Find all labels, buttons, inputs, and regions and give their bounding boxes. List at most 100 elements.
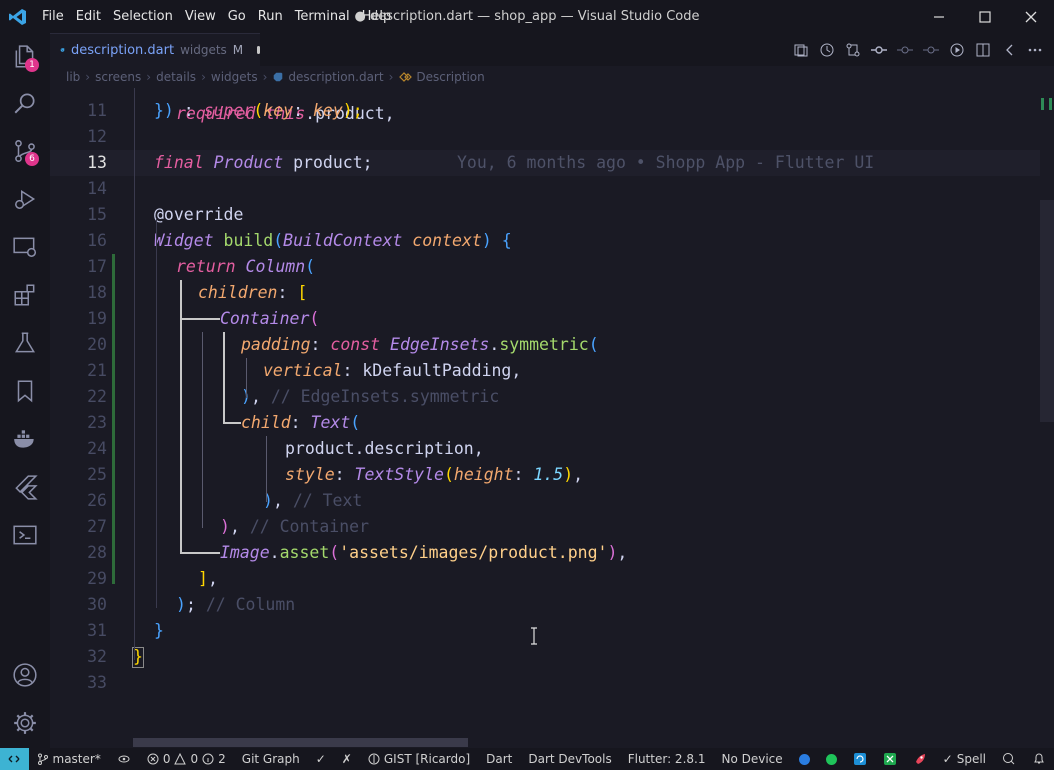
next-change-button[interactable] <box>922 41 940 59</box>
file-history-button[interactable] <box>818 41 836 59</box>
scm-badge: 6 <box>25 152 39 166</box>
menu-terminal[interactable]: Terminal <box>289 0 356 33</box>
maximize-button[interactable] <box>962 0 1008 33</box>
code-text: Widget build(BuildContext context) { <box>154 231 512 250</box>
close-button[interactable] <box>1008 0 1054 33</box>
docker-button[interactable] <box>0 415 50 463</box>
testing-button[interactable] <box>0 319 50 367</box>
code-text: } <box>154 621 164 640</box>
tab-directory: widgets <box>180 43 227 57</box>
previous-change-button[interactable] <box>870 41 888 59</box>
run-button[interactable] <box>948 41 966 59</box>
branch-status[interactable]: master* <box>29 752 109 766</box>
flutter-button[interactable] <box>0 463 50 511</box>
breadcrumb-symbol[interactable]: Description <box>416 70 484 84</box>
breadcrumb-file[interactable]: description.dart <box>288 70 383 84</box>
bell-icon <box>1034 753 1044 764</box>
menu-go[interactable]: Go <box>222 0 252 33</box>
powershell-button[interactable] <box>0 511 50 559</box>
minimize-button[interactable] <box>916 0 962 33</box>
source-control-button[interactable]: 6 <box>0 127 50 175</box>
gist-label: GIST [Ricardo] <box>383 752 471 766</box>
search-button[interactable] <box>0 79 50 127</box>
open-changes-button[interactable] <box>844 41 862 59</box>
horizontal-scrollbar[interactable] <box>133 738 468 747</box>
blue-dot-button[interactable] <box>791 753 818 765</box>
account-icon <box>13 663 37 687</box>
extensions-button[interactable] <box>0 271 50 319</box>
refresh-button[interactable] <box>845 752 875 766</box>
flutter-version[interactable]: Flutter: 2.8.1 <box>620 752 714 766</box>
git-graph-label: Git Graph <box>241 752 300 766</box>
code-text: style: TextStyle(height: 1.5), <box>285 465 584 484</box>
language-mode[interactable]: Dart <box>478 752 520 766</box>
line-number: 28 <box>87 543 107 562</box>
accounts-button[interactable] <box>0 651 50 699</box>
dart-devtools-button[interactable]: Dart DevTools <box>520 752 619 766</box>
menu-file[interactable]: File <box>36 0 70 33</box>
line-number: 23 <box>87 413 107 432</box>
gist-button[interactable]: GIST [Ricardo] <box>360 752 478 766</box>
green-dot-button[interactable] <box>818 753 845 765</box>
remote-indicator[interactable] <box>0 748 29 770</box>
check-button[interactable]: ✓ <box>308 752 334 766</box>
tab-modified-status: M <box>232 43 244 57</box>
breadcrumb-screens[interactable]: screens <box>95 70 141 84</box>
git-graph-button[interactable]: Git Graph <box>234 752 308 766</box>
vertical-scrollbar[interactable] <box>1040 200 1054 422</box>
flask-icon <box>14 332 36 353</box>
run-debug-button[interactable] <box>0 175 50 223</box>
dart-file-icon <box>60 48 65 52</box>
warning-icon <box>174 753 187 765</box>
rocket-button[interactable] <box>905 752 935 766</box>
menu-edit[interactable]: Edit <box>70 0 107 33</box>
notifications-button[interactable] <box>1024 752 1054 766</box>
tab-filename: description.dart <box>70 42 175 58</box>
menu-bar: File Edit Selection View Go Run Terminal… <box>36 0 397 33</box>
code-line: 13 final Product product; You, 6 months ag… <box>50 150 1040 176</box>
bookmarks-button[interactable] <box>0 367 50 415</box>
code-line: 20 padding: const EdgeInsets.symmetric( <box>50 332 1040 358</box>
code-line: 31} <box>50 618 1040 644</box>
code-editor[interactable]: required this.product, 11}) : super(key:… <box>50 88 1054 748</box>
maximize-icon <box>979 10 991 23</box>
compare-changes-button[interactable] <box>792 41 810 59</box>
breadcrumb-widgets[interactable]: widgets <box>211 70 258 84</box>
remote-explorer-button[interactable] <box>0 223 50 271</box>
menu-run[interactable]: Run <box>252 0 289 33</box>
bracket-guide <box>223 422 241 424</box>
cancel-x-button[interactable]: ✗ <box>334 752 360 766</box>
split-editor-icon <box>976 43 990 56</box>
flutter-icon <box>15 475 38 500</box>
search-icon <box>14 93 35 114</box>
problems-status[interactable]: 0 0 2 <box>139 752 234 766</box>
code-line: 32} <box>50 644 1040 670</box>
commit-icon <box>897 46 913 53</box>
breadcrumb-details[interactable]: details <box>156 70 196 84</box>
sync-status[interactable] <box>109 753 139 765</box>
explorer-button[interactable]: 1 <box>0 33 50 81</box>
git-commit-icon <box>871 45 887 54</box>
menu-view[interactable]: View <box>179 0 222 33</box>
title-bar: File Edit Selection View Go Run Terminal… <box>0 0 1054 33</box>
go-back-button[interactable] <box>1000 41 1018 59</box>
git-compare-icon <box>846 43 860 56</box>
excel-button[interactable] <box>875 752 905 766</box>
feedback-button[interactable] <box>994 752 1024 766</box>
manage-button[interactable] <box>0 699 50 747</box>
split-editor-button[interactable] <box>974 41 992 59</box>
spell-check-button[interactable]: ✓ Spell <box>935 752 994 766</box>
tab-description-dart[interactable]: description.dart widgets M <box>50 33 260 66</box>
unsaved-dot-icon[interactable] <box>257 46 260 54</box>
code-line: 30); // Column <box>50 592 1040 618</box>
commit-details-button[interactable] <box>896 41 914 59</box>
more-actions-button[interactable] <box>1026 41 1044 59</box>
devtools-label: Dart DevTools <box>528 752 612 766</box>
menu-help[interactable]: Help <box>356 0 398 33</box>
menu-selection[interactable]: Selection <box>107 0 179 33</box>
indent-guide <box>202 332 203 528</box>
device-selector[interactable]: No Device <box>713 752 790 766</box>
breadcrumb-lib[interactable]: lib <box>66 70 80 84</box>
bracket-guide <box>223 332 225 424</box>
git-change-marker <box>112 254 115 584</box>
